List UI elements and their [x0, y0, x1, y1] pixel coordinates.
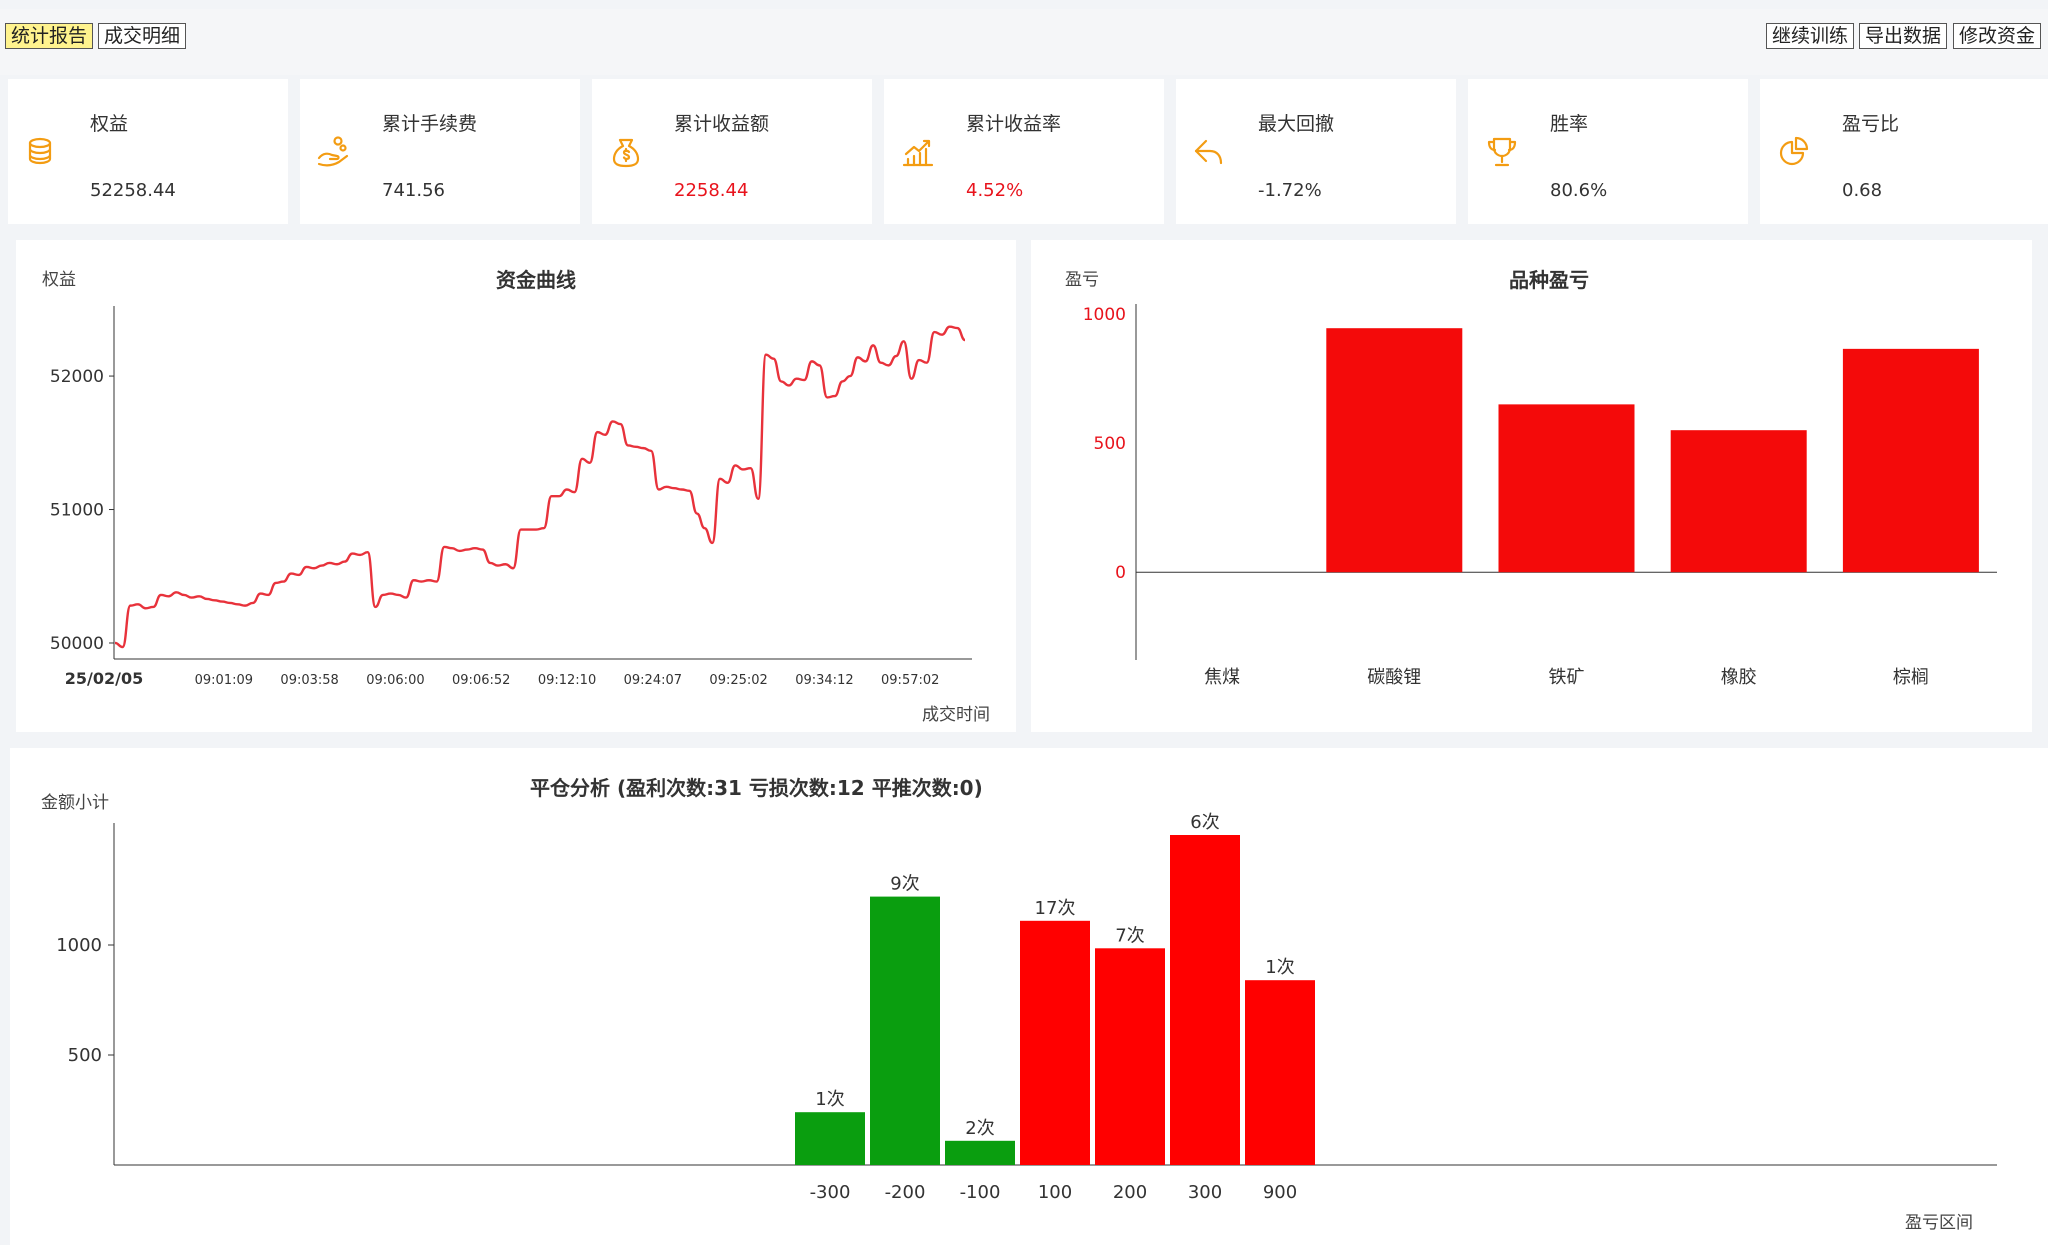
equity-x-tick-label: 09:03:58: [280, 673, 338, 688]
product-x-tick-label: 棕榈: [1893, 667, 1929, 688]
stat-value: 4.52%: [966, 180, 1024, 201]
pie-icon: [1776, 134, 1812, 170]
product-x-tick-label: 碳酸锂: [1367, 667, 1421, 688]
tab-0[interactable]: 统计报告: [5, 23, 94, 49]
close-x-tick-label: 300: [1188, 1182, 1222, 1203]
close-bar-label: 1次: [815, 1089, 844, 1110]
stat-value: 0.68: [1842, 180, 1883, 201]
equity-x-tick-label: 09:57:02: [881, 673, 939, 688]
close-x-tick-label: 100: [1038, 1182, 1072, 1203]
equity-x-tick-label: 09:01:09: [195, 673, 253, 688]
close-bar: [1020, 920, 1090, 1165]
close-x-tick-label: -300: [810, 1182, 851, 1203]
stat-label: 累计收益额: [674, 113, 770, 135]
product-y-tick-label: 0: [1115, 563, 1126, 583]
equity-x-tick-label: 09:06:00: [366, 673, 424, 688]
equity-line-chart: 50000 51000 52000 25/02/05 09:01:09 09:03:58 0…: [50, 306, 972, 688]
close-bar: [1245, 980, 1315, 1165]
tab-1[interactable]: 成交明细: [98, 23, 187, 49]
product-y-tick-label: 500: [1094, 434, 1126, 454]
stat-label: 胜率: [1550, 113, 1589, 135]
growth-chart-icon: [900, 134, 936, 170]
product-bar: [1670, 430, 1807, 573]
undo-arrow-icon: [1192, 134, 1228, 170]
stat-label: 盈亏比: [1842, 113, 1900, 135]
money-bag-icon: [608, 134, 644, 170]
equity-x-tick-label: 25/02/05: [65, 669, 143, 688]
product-bar: [1498, 404, 1635, 573]
close-x-tick-label: -200: [885, 1182, 926, 1203]
stat-value: 2258.44: [674, 180, 749, 201]
close-bar-label: 2次: [965, 1118, 994, 1139]
equity-line: [114, 325, 966, 649]
close-bar-label: 7次: [1115, 925, 1144, 946]
product-x-tick-label: 橡胶: [1721, 667, 1757, 688]
stat-card-4: 最大回撤 -1.72%: [1176, 79, 1456, 224]
equity-x-tick-label: 09:34:12: [795, 673, 853, 688]
product-bar: [1842, 348, 1979, 573]
hand-coins-icon: [316, 134, 352, 170]
product-pnl-panel: 盈亏 品种盈亏 0 500 1000 焦煤 碳酸锂 铁矿 橡胶 棕榈: [1031, 240, 2032, 732]
stat-label: 累计手续费: [382, 113, 478, 135]
close-bar-label: 6次: [1190, 812, 1219, 833]
stat-value: 80.6%: [1550, 180, 1608, 201]
stat-value: -1.72%: [1258, 180, 1322, 201]
top-toolbar: [0, 9, 2048, 75]
close-bar-label: 9次: [890, 874, 919, 895]
close-x-tick-label: 900: [1263, 1182, 1297, 1203]
equity-x-tick-label: 09:24:07: [624, 673, 682, 688]
close-bar: [870, 896, 940, 1165]
close-bar: [1170, 835, 1240, 1165]
close-bar: [795, 1112, 865, 1165]
product-bar: [1326, 328, 1463, 573]
stat-card-3: 累计收益率 4.52%: [884, 79, 1164, 224]
stat-label: 累计收益率: [966, 113, 1062, 135]
stat-card-5: 胜率 80.6%: [1468, 79, 1748, 224]
close-analysis-panel: 金额小计 平仓分析 (盈利次数:31 亏损次数:12 平推次数:0) 盈亏区间 …: [10, 748, 2048, 1245]
equity-y-tick-label: 51000: [50, 501, 104, 521]
close-x-tick-label: 200: [1113, 1182, 1147, 1203]
close-y-tick-label: 500: [68, 1045, 102, 1066]
product-y-tick-label: 1000: [1083, 305, 1126, 325]
stat-card-2: 累计收益额 2258.44: [592, 79, 872, 224]
close-bar-label: 17次: [1035, 898, 1076, 919]
close-x-tick-label: -100: [960, 1182, 1001, 1203]
stat-value: 52258.44: [90, 180, 176, 201]
stat-card-6: 盈亏比 0.68: [1760, 79, 2048, 224]
stat-value: 741.56: [382, 180, 445, 201]
equity-y-tick-label: 52000: [50, 367, 104, 387]
coins-icon: [24, 134, 60, 170]
close-bar-label: 1次: [1265, 957, 1294, 978]
close-y-tick-label: 1000: [56, 935, 102, 956]
continue-training-button[interactable]: 继续训练: [1766, 23, 1855, 49]
stat-card-1: 累计手续费 741.56: [300, 79, 580, 224]
export-data-button[interactable]: 导出数据: [1859, 23, 1948, 49]
product-x-tick-label: 铁矿: [1549, 667, 1585, 688]
stat-label: 权益: [90, 113, 129, 135]
product-bar-chart: 0 500 1000 焦煤 碳酸锂 铁矿 橡胶 棕榈: [1083, 304, 1997, 688]
edit-funds-button[interactable]: 修改资金: [1953, 23, 2042, 49]
equity-x-tick-label: 09:06:52: [452, 673, 510, 688]
stat-card-0: 权益 52258.44: [8, 79, 288, 224]
equity-y-tick-label: 50000: [50, 634, 104, 654]
equity-x-tick-label: 09:25:02: [709, 673, 767, 688]
trophy-icon: [1484, 134, 1520, 170]
close-analysis-bar-chart: 500 1000 1次 -300 9次 -200 2次 -100 17次 100 7次 200 6次 30…: [56, 812, 1997, 1203]
product-x-tick-label: 焦煤: [1204, 667, 1240, 688]
stat-label: 最大回撤: [1258, 113, 1335, 135]
equity-x-tick-label: 09:12:10: [538, 673, 596, 688]
equity-curve-panel: 权益 资金曲线 成交时间 50000 51000 52000 25/02/05 09:0…: [16, 240, 1016, 732]
close-bar: [1095, 948, 1165, 1165]
close-bar: [945, 1140, 1015, 1165]
